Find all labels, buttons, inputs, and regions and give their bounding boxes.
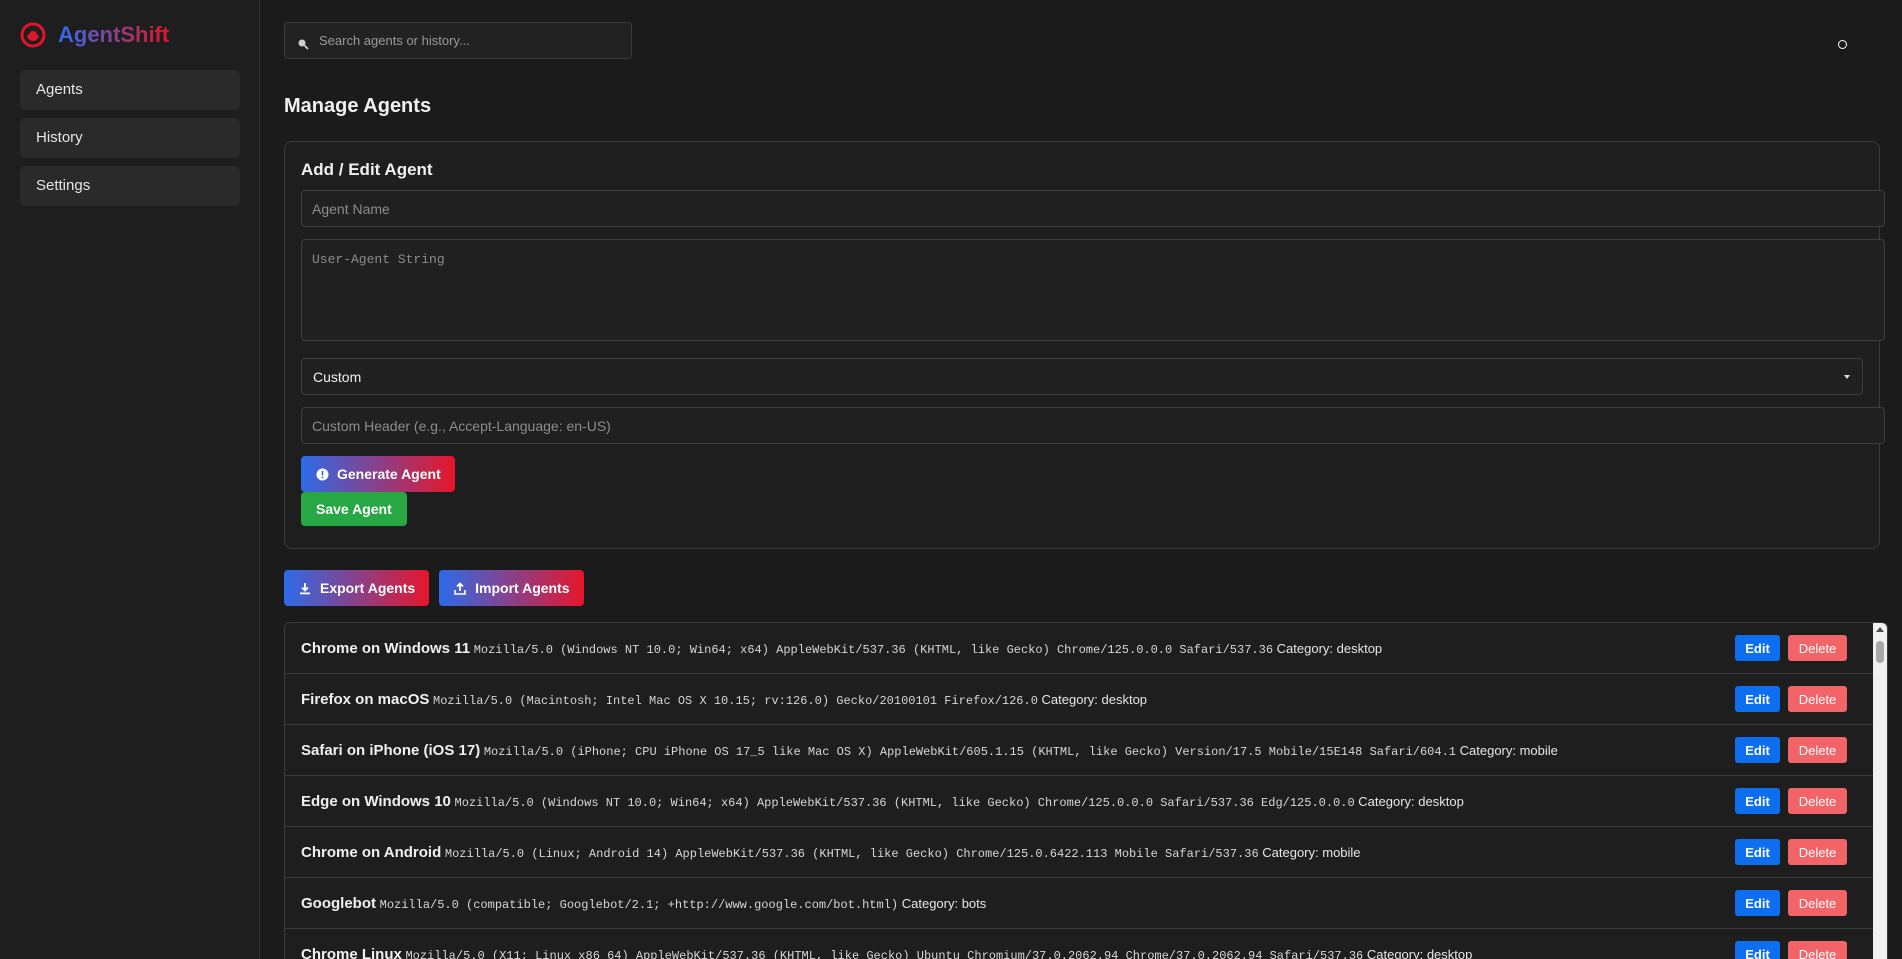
agent-info: Chrome on Android Mozilla/5.0 (Linux; An… xyxy=(301,844,1361,861)
search-box[interactable] xyxy=(284,22,632,59)
delete-button[interactable]: Delete xyxy=(1788,788,1847,814)
import-agents-button[interactable]: Import Agents xyxy=(439,570,584,606)
agent-ua: Mozilla/5.0 (X11; Linux x86_64) AppleWeb… xyxy=(405,948,1364,959)
generate-agent-label: Generate Agent xyxy=(337,466,441,482)
agent-form-card: Add / Edit Agent Custom Generate Agent S… xyxy=(284,141,1885,549)
row-actions: Edit Delete xyxy=(1735,839,1847,865)
category-select[interactable]: Custom xyxy=(301,358,1863,395)
agent-category: Category: mobile xyxy=(1262,844,1361,860)
main-content: Manage Agents Add / Edit Agent Custom Ge… xyxy=(260,0,1902,959)
sidebar-item-agents[interactable]: Agents xyxy=(20,70,240,110)
import-export-actions: Export Agents Import Agents xyxy=(284,570,1880,606)
delete-button[interactable]: Delete xyxy=(1788,839,1847,865)
scrollbar-thumb[interactable] xyxy=(1876,641,1884,663)
edit-button[interactable]: Edit xyxy=(1735,635,1780,661)
agent-info: Firefox on macOS Mozilla/5.0 (Macintosh;… xyxy=(301,691,1147,708)
export-agents-label: Export Agents xyxy=(320,580,416,596)
agent-list-scrollbar[interactable] xyxy=(1873,623,1887,959)
logo-icon xyxy=(20,22,46,48)
edit-button[interactable]: Edit xyxy=(1735,737,1780,763)
edit-button[interactable]: Edit xyxy=(1735,788,1780,814)
row-actions: Edit Delete xyxy=(1735,941,1847,959)
agent-category: Category: desktop xyxy=(1041,691,1148,707)
export-agents-button[interactable]: Export Agents xyxy=(284,570,430,606)
agent-ua: Mozilla/5.0 (compatible; Googlebot/2.1; … xyxy=(379,897,899,912)
agent-ua: Mozilla/5.0 (Linux; Android 14) AppleWeb… xyxy=(444,846,1259,861)
download-icon xyxy=(300,582,310,594)
row-actions: Edit Delete xyxy=(1735,890,1847,916)
agent-name: Edge on Windows 10 xyxy=(301,792,451,810)
delete-button[interactable]: Delete xyxy=(1788,635,1847,661)
agent-category: Category: desktop xyxy=(1366,946,1473,959)
agent-row: Safari on iPhone (iOS 17) Mozilla/5.0 (i… xyxy=(285,725,1875,776)
agent-name-input[interactable] xyxy=(301,190,1885,227)
agent-ua: Mozilla/5.0 (Windows NT 10.0; Win64; x64… xyxy=(473,642,1274,657)
alert-circle-icon xyxy=(316,468,329,480)
agent-name: Chrome Linux xyxy=(301,945,402,959)
agent-row: Chrome Linux Mozilla/5.0 (X11; Linux x86… xyxy=(285,929,1875,959)
import-agents-label: Import Agents xyxy=(475,580,570,596)
agent-info: Chrome on Windows 11 Mozilla/5.0 (Window… xyxy=(301,640,1382,657)
brand[interactable]: AgentShift xyxy=(20,20,239,50)
agent-row: Chrome on Android Mozilla/5.0 (Linux; An… xyxy=(285,827,1875,878)
row-actions: Edit Delete xyxy=(1735,686,1847,712)
sidebar-item-settings[interactable]: Settings xyxy=(20,166,240,206)
agent-info: Edge on Windows 10 Mozilla/5.0 (Windows … xyxy=(301,793,1464,810)
row-actions: Edit Delete xyxy=(1735,788,1847,814)
agent-name: Safari on iPhone (iOS 17) xyxy=(301,741,481,759)
edit-button[interactable]: Edit xyxy=(1735,941,1780,959)
agent-row: Googlebot Mozilla/5.0 (compatible; Googl… xyxy=(285,878,1875,929)
form-title: Add / Edit Agent xyxy=(301,160,433,179)
delete-button[interactable]: Delete xyxy=(1788,941,1847,959)
edit-button[interactable]: Edit xyxy=(1735,686,1780,712)
agent-name: Googlebot xyxy=(301,894,376,912)
row-actions: Edit Delete xyxy=(1735,635,1847,661)
save-agent-button[interactable]: Save Agent xyxy=(301,492,407,526)
agent-list[interactable]: Chrome on Windows 11 Mozilla/5.0 (Window… xyxy=(284,622,1888,959)
edit-button[interactable]: Edit xyxy=(1735,890,1780,916)
delete-button[interactable]: Delete xyxy=(1788,686,1847,712)
generate-agent-button[interactable]: Generate Agent xyxy=(301,456,455,492)
agent-category: Category: desktop xyxy=(1358,793,1464,809)
chevron-down-icon xyxy=(1844,374,1850,379)
app-root: AgentShift Agents History Settings Manag… xyxy=(0,0,1902,959)
sidebar: AgentShift Agents History Settings xyxy=(0,0,260,959)
category-select-value: Custom xyxy=(313,368,362,385)
agent-ua: Mozilla/5.0 (Macintosh; Intel Mac OS X 1… xyxy=(433,693,1038,708)
agent-info: Safari on iPhone (iOS 17) Mozilla/5.0 (i… xyxy=(301,742,1558,759)
row-actions: Edit Delete xyxy=(1735,737,1847,763)
delete-button[interactable]: Delete xyxy=(1788,890,1847,916)
agent-ua: Mozilla/5.0 (Windows NT 10.0; Win64; x64… xyxy=(454,795,1355,810)
upload-icon xyxy=(454,581,466,595)
agent-row: Firefox on macOS Mozilla/5.0 (Macintosh;… xyxy=(285,674,1875,725)
agent-row: Edge on Windows 10 Mozilla/5.0 (Windows … xyxy=(285,776,1875,827)
agent-row: Chrome on Windows 11 Mozilla/5.0 (Window… xyxy=(285,623,1875,674)
agent-name: Chrome on Android xyxy=(301,843,442,861)
search-icon xyxy=(298,39,309,50)
agent-name: Chrome on Windows 11 xyxy=(301,639,471,657)
agent-name: Firefox on macOS xyxy=(301,690,430,708)
agent-category: Category: bots xyxy=(901,895,987,911)
user-agent-textarea[interactable] xyxy=(301,239,1885,341)
agent-ua: Mozilla/5.0 (iPhone; CPU iPhone OS 17_5 … xyxy=(483,744,1456,759)
agent-category: Category: mobile xyxy=(1459,742,1558,758)
search-input[interactable] xyxy=(319,33,619,48)
page-title: Manage Agents xyxy=(284,95,432,117)
agent-info: Googlebot Mozilla/5.0 (compatible; Googl… xyxy=(301,895,986,912)
theme-toggle-icon[interactable] xyxy=(1838,40,1847,49)
sidebar-item-history[interactable]: History xyxy=(20,118,240,158)
topbar xyxy=(284,22,1880,59)
edit-button[interactable]: Edit xyxy=(1735,839,1780,865)
agent-category: Category: desktop xyxy=(1276,640,1383,656)
custom-header-input[interactable] xyxy=(301,407,1885,444)
app-name: AgentShift xyxy=(58,22,170,47)
agent-info: Chrome Linux Mozilla/5.0 (X11; Linux x86… xyxy=(301,946,1472,959)
delete-button[interactable]: Delete xyxy=(1788,737,1847,763)
scroll-up-arrow-icon[interactable] xyxy=(1876,627,1884,632)
